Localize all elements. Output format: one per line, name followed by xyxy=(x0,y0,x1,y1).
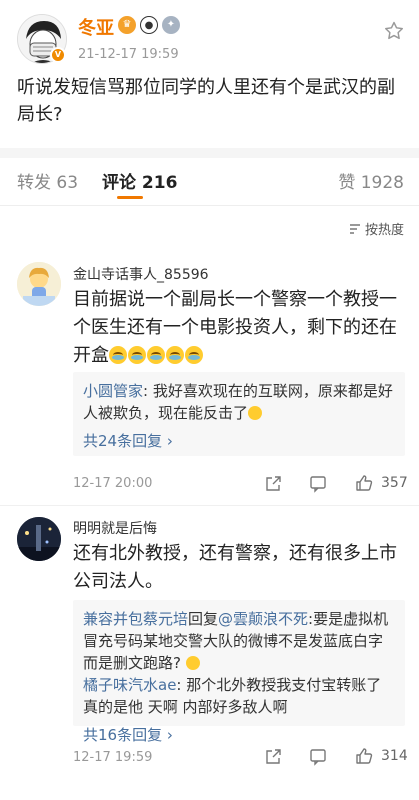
panda-badge-icon[interactable]: ● xyxy=(140,16,158,34)
reply-box[interactable]: 兼容并包蔡元培回复@雲颠浪不死:要是虚拟机冒充号码某地交警大队的微博不是发蓝底白… xyxy=(73,600,405,744)
comment-avatar[interactable] xyxy=(17,517,61,561)
sort-label: 按热度 xyxy=(364,223,404,238)
share-icon[interactable] xyxy=(263,474,283,494)
laughing-emoji-icon xyxy=(248,406,263,420)
post-header: V 冬亚 ♛ ● ✦ 21-12-17 19:59 xyxy=(0,0,419,80)
view-replies-link[interactable]: 共16条回复 › xyxy=(83,724,395,745)
like-count: 357 xyxy=(381,475,408,491)
tab-like[interactable]: 赞 1928 xyxy=(338,168,404,193)
crying-emoji-icon xyxy=(128,346,146,364)
like-icon[interactable] xyxy=(354,746,374,766)
tabs-divider xyxy=(0,205,419,206)
duck-emoji-icon xyxy=(185,656,200,670)
comment-username[interactable]: 金山寺话事人_85596 xyxy=(73,264,209,284)
post-tabs: 转发 63 评论 216 赞 1928 xyxy=(0,158,419,204)
verified-badge-icon: V xyxy=(50,47,66,63)
comment-avatar[interactable] xyxy=(17,262,61,306)
sort-icon xyxy=(349,223,360,234)
comment-text: 还有北外教授，还有警察，还有很多上市公司法人。 xyxy=(73,543,397,592)
favorite-star-icon[interactable] xyxy=(383,20,405,42)
comment-icon[interactable] xyxy=(308,474,328,494)
comment-icon[interactable] xyxy=(308,747,328,767)
comment-time: 12-17 19:59 xyxy=(73,750,153,765)
sort-toggle[interactable]: 按热度 xyxy=(348,219,404,238)
comment-time: 12-17 20:00 xyxy=(73,476,153,491)
reply-username[interactable]: 小圆管家 xyxy=(83,382,143,400)
reply-target-username[interactable]: @雲颠浪不死 xyxy=(218,610,308,628)
crying-emoji-icon xyxy=(185,346,203,364)
reply-item: 小圆管家: 我好喜欢现在的互联网，原来都是好人被欺负，现在能反击了 xyxy=(83,380,395,424)
post-text: 听说发短信骂那位同学的人里还有个是武汉的副局长? xyxy=(17,77,395,125)
reply-separator: : xyxy=(143,382,149,400)
comment-text: 目前据说一个副局长一个警察一个教授一个医生还有一个电影投资人，剩下的还在开盒 xyxy=(73,286,406,370)
crying-emoji-icon xyxy=(147,346,165,364)
share-icon[interactable] xyxy=(263,747,283,767)
reply-mid: 回复 xyxy=(188,610,219,628)
medal-badge-icon[interactable]: ♛ xyxy=(118,16,136,34)
section-divider xyxy=(0,148,419,158)
like-count: 314 xyxy=(381,748,408,764)
avatar-image xyxy=(17,517,61,561)
tab-repost[interactable]: 转发 63 xyxy=(17,168,78,193)
reply-separator: : xyxy=(176,676,182,694)
reply-username[interactable]: 橘子味汽水ae xyxy=(83,676,176,694)
reply-item: 兼容并包蔡元培回复@雲颠浪不死:要是虚拟机冒充号码某地交警大队的微博不是发蓝底白… xyxy=(83,608,395,674)
reply-box[interactable]: 小圆管家: 我好喜欢现在的互联网，原来都是好人被欺负，现在能反击了 共24条回复… xyxy=(73,372,405,456)
like-icon[interactable] xyxy=(354,473,374,493)
view-replies-link[interactable]: 共24条回复 › xyxy=(83,430,395,451)
tab-comment[interactable]: 评论 216 xyxy=(102,168,177,193)
author-badges: ♛ ● ✦ xyxy=(118,16,180,34)
author-name[interactable]: 冬亚 xyxy=(78,14,114,40)
crying-emoji-row xyxy=(109,346,203,364)
crying-emoji-icon xyxy=(109,346,127,364)
avatar-image xyxy=(17,262,61,306)
comment-divider xyxy=(0,505,419,506)
post-time: 21-12-17 19:59 xyxy=(78,47,179,62)
crying-emoji-icon xyxy=(166,346,184,364)
reply-item: 橘子味汽水ae: 那个北外教授我支付宝转账了真的是他 天啊 内部好多敌人啊 xyxy=(83,674,395,718)
comment-username[interactable]: 明明就是后悔 xyxy=(73,518,157,538)
reply-username[interactable]: 兼容并包蔡元培 xyxy=(83,610,188,628)
active-tab-indicator xyxy=(117,196,143,199)
crown-badge-icon[interactable]: ✦ xyxy=(162,16,180,34)
